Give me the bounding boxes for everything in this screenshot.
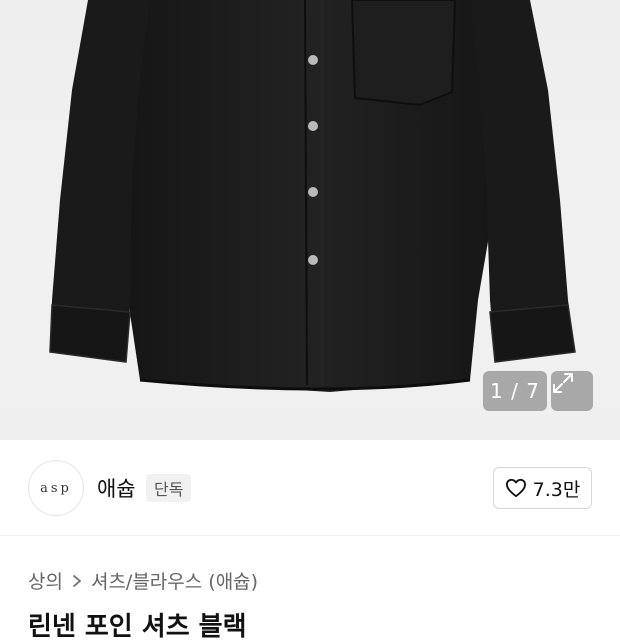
image-counter: 1 / 7 xyxy=(483,371,547,411)
brand-row: asp 애슙 단독 7.3만 xyxy=(0,440,620,535)
breadcrumb: 상의 셔츠/블라우스 (애슙) xyxy=(28,567,258,594)
brand-logo-text: asp xyxy=(40,480,72,496)
expand-arrows-icon xyxy=(553,373,573,393)
section-divider xyxy=(0,535,620,536)
product-image[interactable]: 1 / 7 xyxy=(0,0,620,440)
expand-button[interactable] xyxy=(551,371,593,411)
brand-logo[interactable]: asp xyxy=(28,460,84,516)
like-button[interactable]: 7.3만 xyxy=(493,467,592,509)
product-title: 린넨 포인 셔츠 블랙 xyxy=(28,612,247,642)
image-counter-text: 1 / 7 xyxy=(490,379,540,403)
like-count: 7.3만 xyxy=(532,478,581,501)
chevron-right-icon xyxy=(71,574,83,588)
breadcrumb-item-category[interactable]: 상의 xyxy=(28,567,63,594)
heart-outline-icon xyxy=(505,478,526,498)
breadcrumb-item-subcategory[interactable]: 셔츠/블라우스 (애슙) xyxy=(91,567,258,594)
brand-name[interactable]: 애슙 xyxy=(97,473,136,503)
exclusive-badge: 단독 xyxy=(146,474,192,502)
